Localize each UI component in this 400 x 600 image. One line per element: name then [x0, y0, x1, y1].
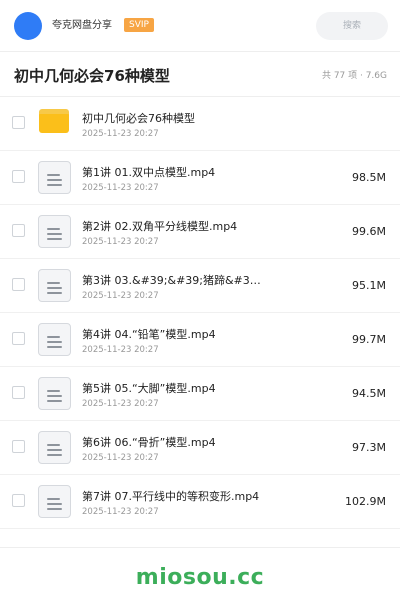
- row-checkbox[interactable]: [12, 224, 25, 237]
- item-date: 2025-11-23 20:27: [82, 345, 159, 355]
- list-item[interactable]: 第2讲 02.双角平分线模型.mp4 2025-11-23 20:27 99.6…: [0, 205, 400, 259]
- list-item[interactable]: 第3讲 03.&#39;&#39;猪蹄&#39;&… 2025-11-23 20…: [0, 259, 400, 313]
- row-checkbox[interactable]: [12, 332, 25, 345]
- item-name: 第7讲 07.平行线中的等积变形.mp4: [82, 490, 260, 503]
- video-file-icon: [38, 215, 71, 248]
- item-name: 初中几何必会76种模型: [82, 112, 195, 125]
- row-checkbox[interactable]: [12, 170, 25, 183]
- video-file-icon: [38, 431, 71, 464]
- folder-icon: [39, 109, 69, 133]
- item-size: 102.9M: [345, 495, 386, 508]
- list-item[interactable]: 初中几何必会76种模型 2025-11-23 20:27: [0, 97, 400, 151]
- item-size: 94.5M: [352, 387, 386, 400]
- item-date: 2025-11-23 20:27: [82, 237, 159, 247]
- video-file-icon: [38, 485, 71, 518]
- app-name: 夸克网盘分享: [52, 20, 112, 31]
- list-item[interactable]: 第6讲 06.“骨折”模型.mp4 2025-11-23 20:27 97.3M: [0, 421, 400, 475]
- item-date: 2025-11-23 20:27: [82, 453, 159, 463]
- row-checkbox[interactable]: [12, 278, 25, 291]
- item-date: 2025-11-23 20:27: [82, 129, 159, 139]
- item-date: 2025-11-23 20:27: [82, 507, 159, 517]
- item-size: 99.7M: [352, 333, 386, 346]
- item-size: 95.1M: [352, 279, 386, 292]
- row-checkbox[interactable]: [12, 440, 25, 453]
- list-item[interactable]: 第5讲 05.“大脚”模型.mp4 2025-11-23 20:27 94.5M: [0, 367, 400, 421]
- row-checkbox[interactable]: [12, 386, 25, 399]
- video-file-icon: [38, 377, 71, 410]
- search-input[interactable]: 搜索: [316, 12, 388, 40]
- list-item[interactable]: 第1讲 01.双中点模型.mp4 2025-11-23 20:27 98.5M: [0, 151, 400, 205]
- item-size: 99.6M: [352, 225, 386, 238]
- folder-title-bar: 初中几何必会76种模型 共 77 项 · 7.6G: [0, 53, 400, 97]
- item-date: 2025-11-23 20:27: [82, 183, 159, 193]
- item-date: 2025-11-23 20:27: [82, 291, 159, 301]
- folder-summary: 共 77 项 · 7.6G: [321, 71, 387, 81]
- item-name: 第6讲 06.“骨折”模型.mp4: [82, 436, 216, 449]
- svip-badge: SVIP: [124, 18, 154, 32]
- list-item[interactable]: 第4讲 04.“铅笔”模型.mp4 2025-11-23 20:27 99.7M: [0, 313, 400, 367]
- item-name: 第1讲 01.双中点模型.mp4: [82, 166, 216, 179]
- item-name: 第4讲 04.“铅笔”模型.mp4: [82, 328, 216, 341]
- item-name: 第3讲 03.&#39;&#39;猪蹄&#39;&…: [82, 274, 262, 287]
- file-list: 初中几何必会76种模型 2025-11-23 20:27 第1讲 01.双中点模…: [0, 97, 400, 529]
- video-file-icon: [38, 269, 71, 302]
- item-size: 98.5M: [352, 171, 386, 184]
- top-header: 夸克网盘分享 SVIP 搜索: [0, 0, 400, 52]
- watermark: miosou.cc: [135, 565, 265, 590]
- page-title: 初中几何必会76种模型: [14, 67, 170, 85]
- item-date: 2025-11-23 20:27: [82, 399, 159, 409]
- video-file-icon: [38, 323, 71, 356]
- item-size: 97.3M: [352, 441, 386, 454]
- footer-divider: [0, 547, 400, 548]
- item-name: 第5讲 05.“大脚”模型.mp4: [82, 382, 216, 395]
- item-name: 第2讲 02.双角平分线模型.mp4: [82, 220, 238, 233]
- video-file-icon: [38, 161, 71, 194]
- list-item[interactable]: 第7讲 07.平行线中的等积变形.mp4 2025-11-23 20:27 10…: [0, 475, 400, 529]
- avatar[interactable]: [14, 12, 42, 40]
- row-checkbox[interactable]: [12, 116, 25, 129]
- row-checkbox[interactable]: [12, 494, 25, 507]
